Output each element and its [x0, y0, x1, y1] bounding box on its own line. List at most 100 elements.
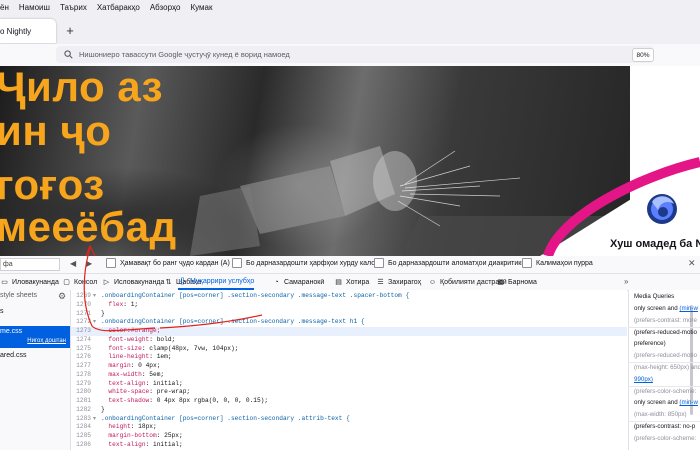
- media-query-link[interactable]: 990px): [634, 376, 653, 383]
- menu-history[interactable]: Таърих: [55, 3, 92, 12]
- find-prev-icon[interactable]: ◀: [70, 259, 76, 268]
- code-text: flex: 1;: [101, 300, 139, 308]
- hero-heading-line-2: ин ҷо: [0, 107, 112, 154]
- tab-title: o Nightly: [0, 26, 32, 36]
- media-query-text: (prefers-contrast: more: [634, 316, 697, 324]
- code-editor[interactable]: 1269 ▾ .onboardingContainer [pos=corner] .…: [71, 290, 627, 450]
- checkbox-box[interactable]: [374, 258, 384, 268]
- find-next-icon[interactable]: ▶: [86, 259, 92, 268]
- checkbox-label: Бо дарназардошти ҳарфҳои хурду калон: [246, 259, 379, 267]
- line-number: 1282: [76, 405, 91, 413]
- media-query-entry: (max-width: 850px): [634, 411, 700, 418]
- checkbox-label: Бо дарназардошти аломатҳои диакритикӣ: [388, 259, 526, 267]
- tab-debugger[interactable]: ▷ Исловакунанда: [102, 274, 165, 290]
- code-line[interactable]: 1281 text-shadow: 0 4px 8px rgba(0, 0, 0…: [71, 397, 627, 406]
- tab-console[interactable]: ▢ Консол: [62, 274, 97, 290]
- code-line[interactable]: 1275 font-size: clamp(48px, 7vw, 104px);: [71, 345, 627, 354]
- code-line[interactable]: 1273 color:#orange;: [71, 327, 627, 336]
- media-query-entry: (prefers-contrast: more: [634, 317, 700, 324]
- tab-style-editor[interactable]: {} Муҳаррири услубҳо: [178, 274, 255, 290]
- more-tools-icon[interactable]: »: [624, 277, 628, 286]
- save-link[interactable]: Нигоҳ доштан: [27, 338, 66, 344]
- media-query-entry: (prefers-reduced-motio: [634, 352, 700, 359]
- code-line[interactable]: 1279 text-align: initial;: [71, 380, 627, 389]
- style-sheet-item[interactable]: ared.css: [0, 352, 70, 359]
- line-number: 1272: [76, 318, 91, 326]
- code-line[interactable]: 1270 flex: 1;: [71, 301, 627, 310]
- code-text: margin: 0 4px;: [101, 362, 161, 369]
- tab-accessibility[interactable]: ☺ Қобилияти дастрасӣ: [428, 274, 507, 290]
- media-query-text: (prefers-reduced-motio: [634, 328, 697, 336]
- whole-words-checkbox[interactable]: Калимаҳои пурра: [522, 258, 593, 268]
- network-icon: ⇅: [165, 279, 172, 286]
- code-line[interactable]: 1276 line-height: 1em;: [71, 353, 627, 362]
- code-line[interactable]: 1274 font-weight: bold;: [71, 336, 627, 345]
- zoom-level-badge[interactable]: 80%: [632, 48, 654, 62]
- close-find-icon[interactable]: ✕: [688, 258, 696, 269]
- tab-inspector[interactable]: ▭ Иловакунанда: [0, 274, 59, 290]
- media-query-entry: (prefers-color-scheme:: [634, 388, 700, 395]
- gear-icon[interactable]: ⚙: [58, 291, 66, 302]
- code-text: .onboardingContainer [pos=corner] .secti…: [101, 318, 365, 326]
- code-line[interactable]: 1286 text-align: initial;: [71, 441, 627, 450]
- match-case-checkbox[interactable]: Бо дарназардошти ҳарфҳои хурду калон: [232, 258, 379, 268]
- tab-strip: [0, 14, 700, 45]
- browser-tab[interactable]: o Nightly: [0, 19, 56, 43]
- fold-toggle-icon[interactable]: ▾: [93, 415, 96, 424]
- media-query-link[interactable]: (min-w: [679, 399, 698, 406]
- code-text: height: 18px;: [101, 423, 157, 431]
- code-line[interactable]: 1284 height: 18px;: [71, 423, 627, 432]
- match-diacritics-checkbox[interactable]: Бо дарназардошти аломатҳои диакритикӣ: [374, 258, 525, 268]
- url-bar[interactable]: Нишониеро тавассути Google ҷустуҷӯ кунед…: [56, 46, 654, 63]
- code-line[interactable]: 1269 ▾ .onboardingContainer [pos=corner] .…: [71, 292, 627, 301]
- line-number: 1274: [76, 335, 91, 343]
- new-tab-button[interactable]: +: [62, 22, 78, 38]
- media-query-text: (prefers-contrast: no-p: [634, 423, 696, 430]
- media-query-link[interactable]: (min-w: [679, 305, 698, 312]
- checkbox-box[interactable]: [522, 258, 532, 268]
- menu-bookmarks[interactable]: Хатбаракҳо: [92, 3, 145, 12]
- media-query-entry: preference): [634, 340, 700, 347]
- checkbox-label: Ҳамавақт бо ранг ҷудо кардан (А): [120, 259, 230, 267]
- media-query-text: preference): [634, 340, 666, 348]
- menu-help[interactable]: Кумак: [185, 3, 217, 12]
- code-line[interactable]: 1277 margin: 0 4px;: [71, 362, 627, 371]
- fold-toggle-icon[interactable]: ▾: [93, 292, 96, 301]
- style-sheet-item-active[interactable]: me.css Нигоҳ доштан: [0, 326, 70, 348]
- welcome-title: Хуш омадед ба Nig: [610, 238, 700, 250]
- menu-file[interactable]: ён: [0, 3, 14, 12]
- tab-memory[interactable]: ▤ Хотира: [334, 274, 369, 290]
- code-line[interactable]: 1271}: [71, 310, 627, 319]
- highlight-all-checkbox[interactable]: Ҳамавақт бо ранг ҷудо кардан (А): [106, 258, 230, 268]
- checkbox-label: Калимаҳои пурра: [536, 259, 593, 267]
- code-text: line-height: 1em;: [101, 353, 172, 361]
- checkbox-box[interactable]: [106, 258, 116, 268]
- media-query-text: only screen and: [634, 399, 680, 407]
- code-line[interactable]: 1285 margin-bottom: 25px;: [71, 432, 627, 441]
- code-line[interactable]: 1280 white-space: pre-wrap;: [71, 388, 627, 397]
- media-queries-title: Media Queries: [634, 293, 675, 300]
- menu-bar: ён Намоиш Таърих Хатбаракҳо Абзорҳо Кума…: [0, 0, 700, 14]
- tab-storage[interactable]: ☰ Захирагоҳ: [376, 274, 421, 290]
- style-sheet-item[interactable]: s: [0, 308, 70, 315]
- hero-heading-line-4: мееёбад: [0, 203, 177, 250]
- code-line[interactable]: 1278 max-width: 5em;: [71, 371, 627, 380]
- find-input[interactable]: фа: [0, 258, 60, 271]
- media-query-text: (prefers-color-scheme:: [634, 387, 697, 395]
- code-line[interactable]: 1282}: [71, 406, 627, 415]
- checkbox-box[interactable]: [232, 258, 242, 268]
- code-line[interactable]: 1272 ▾ .onboardingContainer [pos=corner] .…: [71, 318, 627, 327]
- tab-application[interactable]: ▦ Барнома: [496, 274, 537, 290]
- media-query-entry: (prefers-reduced-motio: [634, 329, 700, 336]
- menu-view[interactable]: Намоиш: [14, 3, 55, 12]
- line-number: 1271: [76, 309, 91, 317]
- menu-tools[interactable]: Абзорҳо: [145, 3, 186, 12]
- line-number: 1281: [76, 397, 91, 404]
- line-number: 1277: [76, 362, 91, 369]
- line-number: 1270: [76, 300, 91, 308]
- code-line[interactable]: 1283 ▾ .onboardingContainer [pos=corner] .…: [71, 415, 627, 424]
- tab-performance[interactable]: ◔ Самаранокӣ: [272, 274, 324, 290]
- line-number: 1275: [76, 344, 91, 352]
- fold-toggle-icon[interactable]: ▾: [93, 318, 96, 327]
- code-text: text-align: initial;: [101, 440, 183, 448]
